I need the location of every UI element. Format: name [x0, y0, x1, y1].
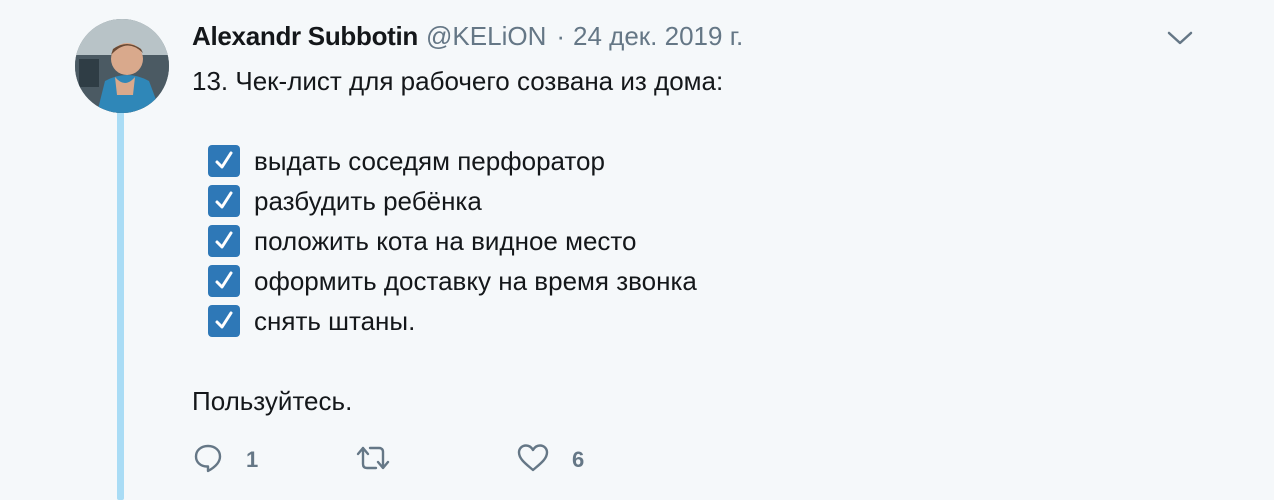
reply-icon[interactable]	[192, 442, 224, 479]
reply-count: 1	[246, 447, 259, 472]
checklist-item-label: выдать соседям перфоратор	[254, 146, 605, 176]
checkbox-checked-icon	[208, 185, 240, 217]
checklist-item: выдать соседям перфоратор	[208, 141, 1192, 181]
checklist-item-label: снять штаны.	[254, 306, 416, 336]
reply-button[interactable]: 1	[192, 440, 258, 480]
author-handle[interactable]: @KELiON	[426, 21, 546, 52]
checklist-item-label: разбудить ребёнка	[254, 186, 482, 216]
checklist-item-label: оформить доставку на время звонка	[254, 266, 697, 296]
tweet-intro: 13. Чек-лист для рабочего созвана из дом…	[192, 66, 724, 96]
retweet-icon[interactable]	[354, 442, 392, 479]
retweet-button[interactable]	[354, 440, 414, 480]
checklist-item-label: положить кота на видное место	[254, 226, 637, 256]
avatar[interactable]	[75, 19, 169, 113]
checklist-item: положить кота на видное место	[208, 221, 1192, 261]
checklist-item: оформить доставку на время звонка	[208, 261, 1192, 301]
checklist-item: разбудить ребёнка	[208, 181, 1192, 221]
header-separator: ·	[556, 20, 566, 51]
checkbox-checked-icon	[208, 265, 240, 297]
like-count: 6	[572, 447, 585, 472]
tweet-outro: Пользуйтесь.	[192, 386, 353, 416]
author-name[interactable]: Alexandr Subbotin	[192, 21, 418, 52]
chevron-down-icon[interactable]	[1166, 26, 1194, 48]
tweet-date[interactable]: 24 дек. 2019 г.	[573, 21, 743, 52]
checklist: выдать соседям перфоратор разбудить ребё…	[208, 141, 1192, 341]
checklist-item: снять штаны.	[208, 301, 1192, 341]
tweet-header: Alexandr Subbotin @KELiON · 24 дек. 2019…	[192, 20, 743, 52]
checkbox-checked-icon	[208, 225, 240, 257]
like-button[interactable]: 6	[516, 440, 584, 480]
heart-icon[interactable]	[516, 442, 550, 479]
checkbox-checked-icon	[208, 145, 240, 177]
checkbox-checked-icon	[208, 305, 240, 337]
tweet-text: 13. Чек-лист для рабочего созвана из дом…	[192, 61, 1192, 421]
